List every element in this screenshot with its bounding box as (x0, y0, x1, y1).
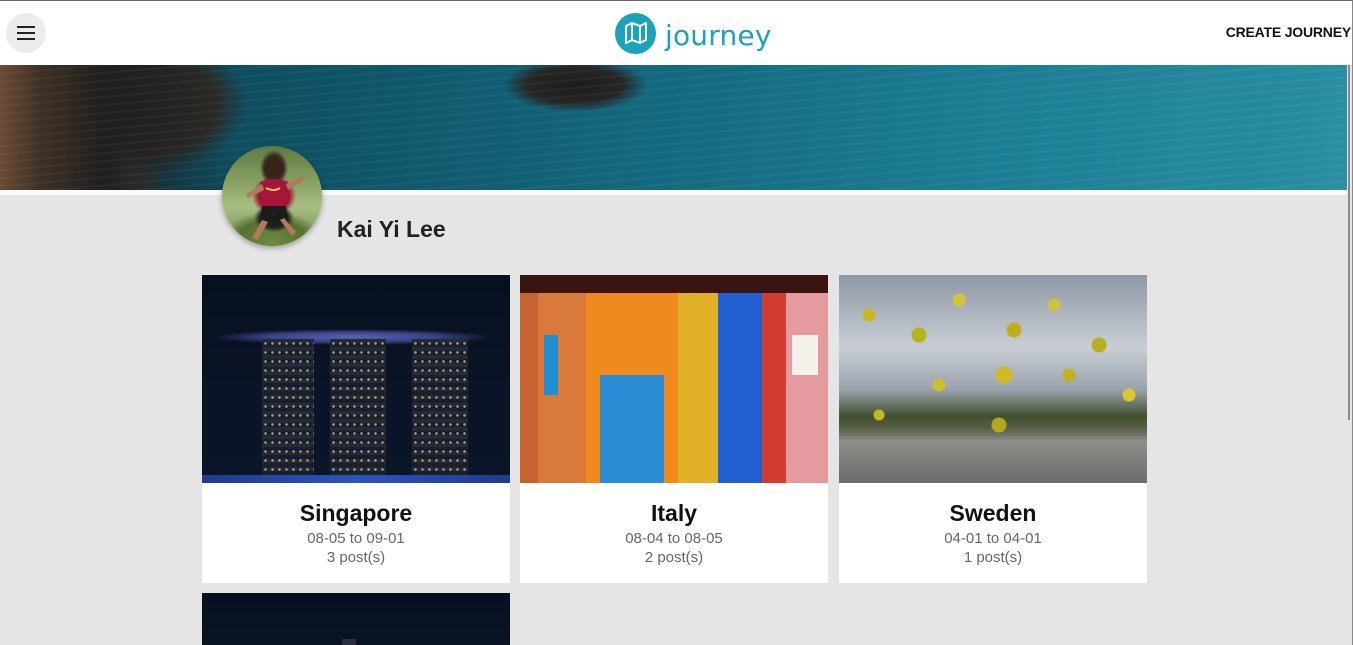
journey-post-count: 3 post(s) (326, 549, 386, 566)
journey-title: Singapore (299, 500, 413, 526)
journey-post-count: 2 post(s) (644, 549, 704, 566)
journey-card-italy[interactable]: Italy 08-04 to 08-05 2 post(s) (520, 275, 828, 583)
cover-photo (0, 65, 1349, 190)
page: journey CREATE JOURNEY Kai Yi Lee Singap… (0, 0, 1353, 645)
journey-card-singapore[interactable]: Singapore 08-05 to 09-01 3 post(s) (202, 275, 510, 583)
journey-dates: 08-04 to 08-05 (625, 530, 723, 547)
journey-dates: 04-01 to 04-01 (944, 530, 1042, 547)
journey-card-sweden[interactable]: Sweden 04-01 to 04-01 1 post(s) (839, 275, 1147, 583)
journey-post-count: 1 post(s) (963, 549, 1023, 566)
profile-name: Kai Yi Lee (337, 216, 446, 242)
map-icon (615, 12, 656, 54)
avatar[interactable] (222, 146, 322, 246)
journey-title: Italy (650, 500, 698, 526)
journey-cover-image (202, 275, 510, 483)
cover-divider (0, 190, 1349, 195)
journey-dates: 08-05 to 09-01 (307, 530, 405, 547)
brand-logo-link[interactable]: journey (615, 12, 772, 54)
top-app-bar: journey CREATE JOURNEY (0, 1, 1352, 65)
journey-cover-image (839, 275, 1147, 483)
scrollbar-thumb[interactable] (1348, 65, 1350, 420)
brand-name: journey (665, 18, 772, 52)
create-journey-button[interactable]: CREATE JOURNEY (1226, 24, 1351, 40)
scrollbar[interactable] (1347, 65, 1351, 422)
journey-card-partial[interactable] (202, 593, 510, 645)
journey-cover-image (520, 275, 828, 483)
journey-title: Sweden (949, 500, 1037, 526)
hamburger-menu-icon (17, 26, 35, 40)
menu-button[interactable] (6, 13, 46, 53)
